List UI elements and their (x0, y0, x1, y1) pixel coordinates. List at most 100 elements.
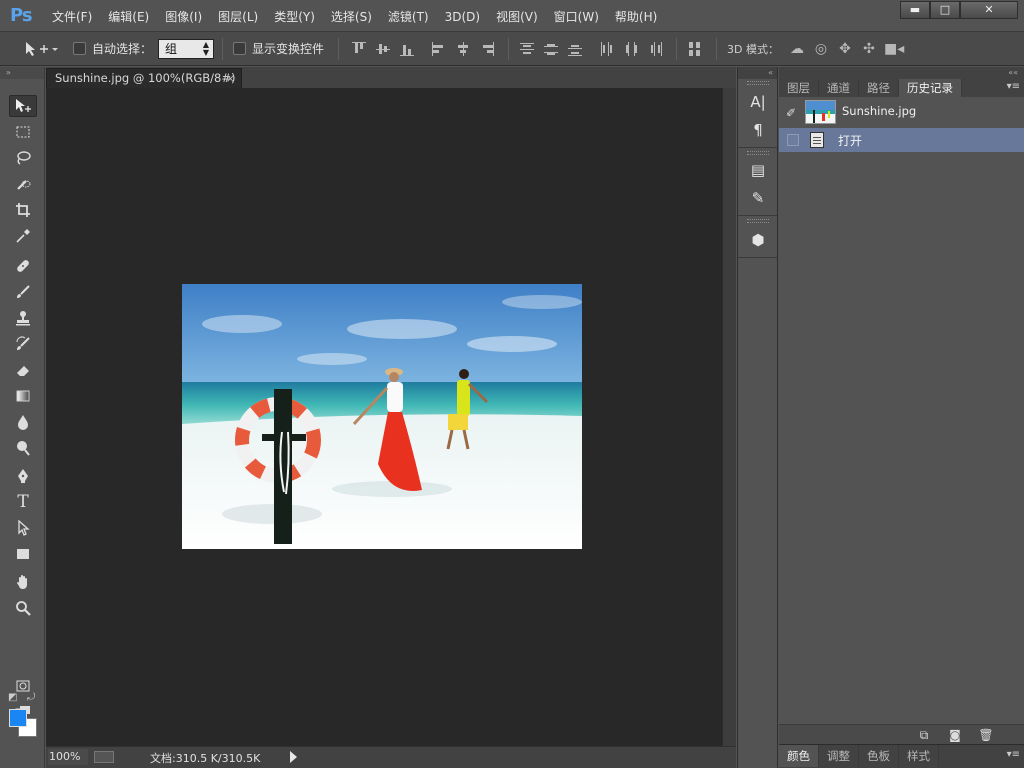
tab-color[interactable]: 颜色 (779, 745, 819, 767)
distribute-vcenter-icon[interactable] (544, 42, 558, 56)
menu-select[interactable]: 选择(S) (323, 8, 380, 26)
eraser-tool-icon[interactable] (9, 359, 37, 381)
tab-swatches[interactable]: 色板 (859, 745, 899, 767)
tab-history[interactable]: 历史记录 (899, 79, 962, 97)
quick-mask-icon[interactable] (9, 675, 37, 697)
move-tool-icon[interactable] (9, 95, 37, 117)
panel-menu-icon[interactable]: ▾≡ (1007, 81, 1020, 92)
menu-help[interactable]: 帮助(H) (607, 8, 665, 26)
notes-panel-icon[interactable]: ✎ (746, 187, 770, 209)
menu-layer[interactable]: 图层(L) (210, 8, 266, 26)
history-footer: ⧉ ◙ 🗑 (779, 724, 1024, 744)
vertical-scrollbar[interactable] (722, 88, 736, 746)
history-brush-source-icon[interactable]: ✐ (786, 106, 802, 120)
rectangle-tool-icon[interactable] (9, 543, 37, 565)
quick-select-tool-icon[interactable] (9, 173, 37, 195)
photoshop-logo: Ps (10, 5, 33, 26)
zoom-tool-icon[interactable] (9, 597, 37, 619)
panel-collapse-icon[interactable]: « (738, 67, 777, 79)
toolbox: » T ◩ ⤾ (0, 67, 45, 768)
new-snapshot-icon[interactable]: ◙ (946, 727, 964, 743)
close-button[interactable]: ✕ (960, 1, 1018, 19)
menu-file[interactable]: 文件(F) (44, 8, 100, 26)
align-vcenter-icon[interactable] (376, 42, 390, 56)
history-step[interactable]: 打开 (779, 128, 1024, 152)
snapshot-thumbnail (805, 100, 836, 124)
bottom-panel-menu-icon[interactable]: ▾≡ (1007, 749, 1020, 760)
menu-window[interactable]: 窗口(W) (546, 8, 607, 26)
show-transform-checkbox[interactable] (233, 42, 246, 55)
delete-state-icon[interactable]: 🗑 (977, 727, 995, 743)
status-menu-arrow-icon[interactable] (290, 751, 297, 763)
hand-tool-icon[interactable] (9, 571, 37, 593)
close-tab-icon[interactable]: × (226, 69, 235, 88)
3d-roll-icon[interactable]: ◎ (812, 41, 830, 57)
zoom-level-field[interactable]: 100% (48, 749, 88, 765)
tab-styles[interactable]: 样式 (899, 745, 939, 767)
distribute-top-icon[interactable] (520, 42, 534, 56)
tab-adjustments[interactable]: 调整 (819, 745, 859, 767)
properties-panel-icon[interactable]: ▤ (746, 159, 770, 181)
pen-tool-icon[interactable] (9, 465, 37, 487)
tab-layers[interactable]: 图层 (779, 79, 819, 97)
maximize-button[interactable]: □ (930, 1, 960, 19)
distribute-left-icon[interactable] (600, 42, 614, 56)
marquee-tool-icon[interactable] (9, 121, 37, 143)
lasso-tool-icon[interactable] (9, 147, 37, 169)
menu-image[interactable]: 图像(I) (157, 8, 210, 26)
clone-stamp-tool-icon[interactable] (9, 307, 37, 329)
history-brush-source-checkbox[interactable] (787, 134, 799, 146)
document-tab-strip: Sunshine.jpg @ 100%(RGB/8#) × (46, 67, 736, 88)
auto-select-dropdown[interactable]: 组 ▲ ▼ (158, 39, 214, 59)
menu-3d[interactable]: 3D(D) (437, 8, 488, 26)
healing-brush-tool-icon[interactable] (9, 255, 37, 277)
history-snapshot[interactable]: ✐ Sunshine.jpg (779, 97, 1024, 129)
history-panel-group: «« 图层 通道 路径 历史记录 ▾≡ ✐ Sunshine.jpg 打开 ⧉ … (779, 67, 1024, 768)
eyedropper-tool-icon[interactable] (9, 225, 37, 247)
panel-group-collapse-icon[interactable]: «« (779, 67, 1024, 79)
foreground-color-swatch[interactable] (9, 709, 27, 727)
menu-filter[interactable]: 滤镜(T) (380, 8, 437, 26)
align-left-icon[interactable] (432, 42, 446, 56)
history-step-label: 打开 (838, 134, 863, 148)
open-document-icon (810, 132, 824, 148)
tool-preset-picker[interactable] (24, 40, 60, 58)
blur-tool-icon[interactable] (9, 411, 37, 433)
tab-paths[interactable]: 路径 (859, 79, 899, 97)
align-top-icon[interactable] (352, 42, 366, 56)
menu-view[interactable]: 视图(V) (488, 8, 546, 26)
tab-channels[interactable]: 通道 (819, 79, 859, 97)
main-menu: 文件(F) 编辑(E) 图像(I) 图层(L) 类型(Y) 选择(S) 滤镜(T… (44, 8, 665, 26)
gradient-tool-icon[interactable] (9, 385, 37, 407)
align-right-icon[interactable] (480, 42, 494, 56)
3d-rotate-icon[interactable]: ☁ (788, 41, 806, 57)
new-document-from-state-icon[interactable]: ⧉ (915, 727, 933, 743)
show-transform-label: 显示变换控件 (252, 42, 325, 56)
character-panel-icon[interactable]: A| (746, 91, 770, 113)
menu-edit[interactable]: 编辑(E) (100, 8, 157, 26)
toolbox-collapse-icon[interactable]: » (0, 67, 44, 79)
crop-tool-icon[interactable] (9, 199, 37, 221)
document-tab[interactable]: Sunshine.jpg @ 100%(RGB/8#) × (46, 68, 242, 88)
3d-slide-icon[interactable]: ✣ (860, 41, 878, 57)
history-brush-tool-icon[interactable] (9, 333, 37, 355)
auto-select-checkbox[interactable] (73, 42, 86, 55)
minimize-button[interactable]: ▬ (900, 1, 930, 19)
status-preview-icon[interactable] (94, 751, 114, 763)
auto-align-layers-icon[interactable] (688, 42, 702, 56)
3d-scale-icon[interactable]: ■◂ (884, 41, 904, 57)
3d-drag-icon[interactable]: ✥ (836, 41, 854, 57)
align-hcenter-icon[interactable] (456, 42, 470, 56)
dodge-tool-icon[interactable] (9, 437, 37, 459)
align-bottom-icon[interactable] (400, 42, 414, 56)
menu-type[interactable]: 类型(Y) (266, 8, 323, 26)
path-select-tool-icon[interactable] (9, 517, 37, 539)
3d-panel-icon[interactable]: ⬢ (746, 229, 770, 251)
distribute-bottom-icon[interactable] (568, 42, 582, 56)
paragraph-panel-icon[interactable]: ¶ (746, 119, 770, 141)
brush-tool-icon[interactable] (9, 281, 37, 303)
document-info: 文档:310.5 K/310.5K (150, 752, 261, 765)
distribute-right-icon[interactable] (648, 42, 662, 56)
type-tool-icon[interactable]: T (9, 491, 37, 513)
distribute-hcenter-icon[interactable] (624, 42, 638, 56)
